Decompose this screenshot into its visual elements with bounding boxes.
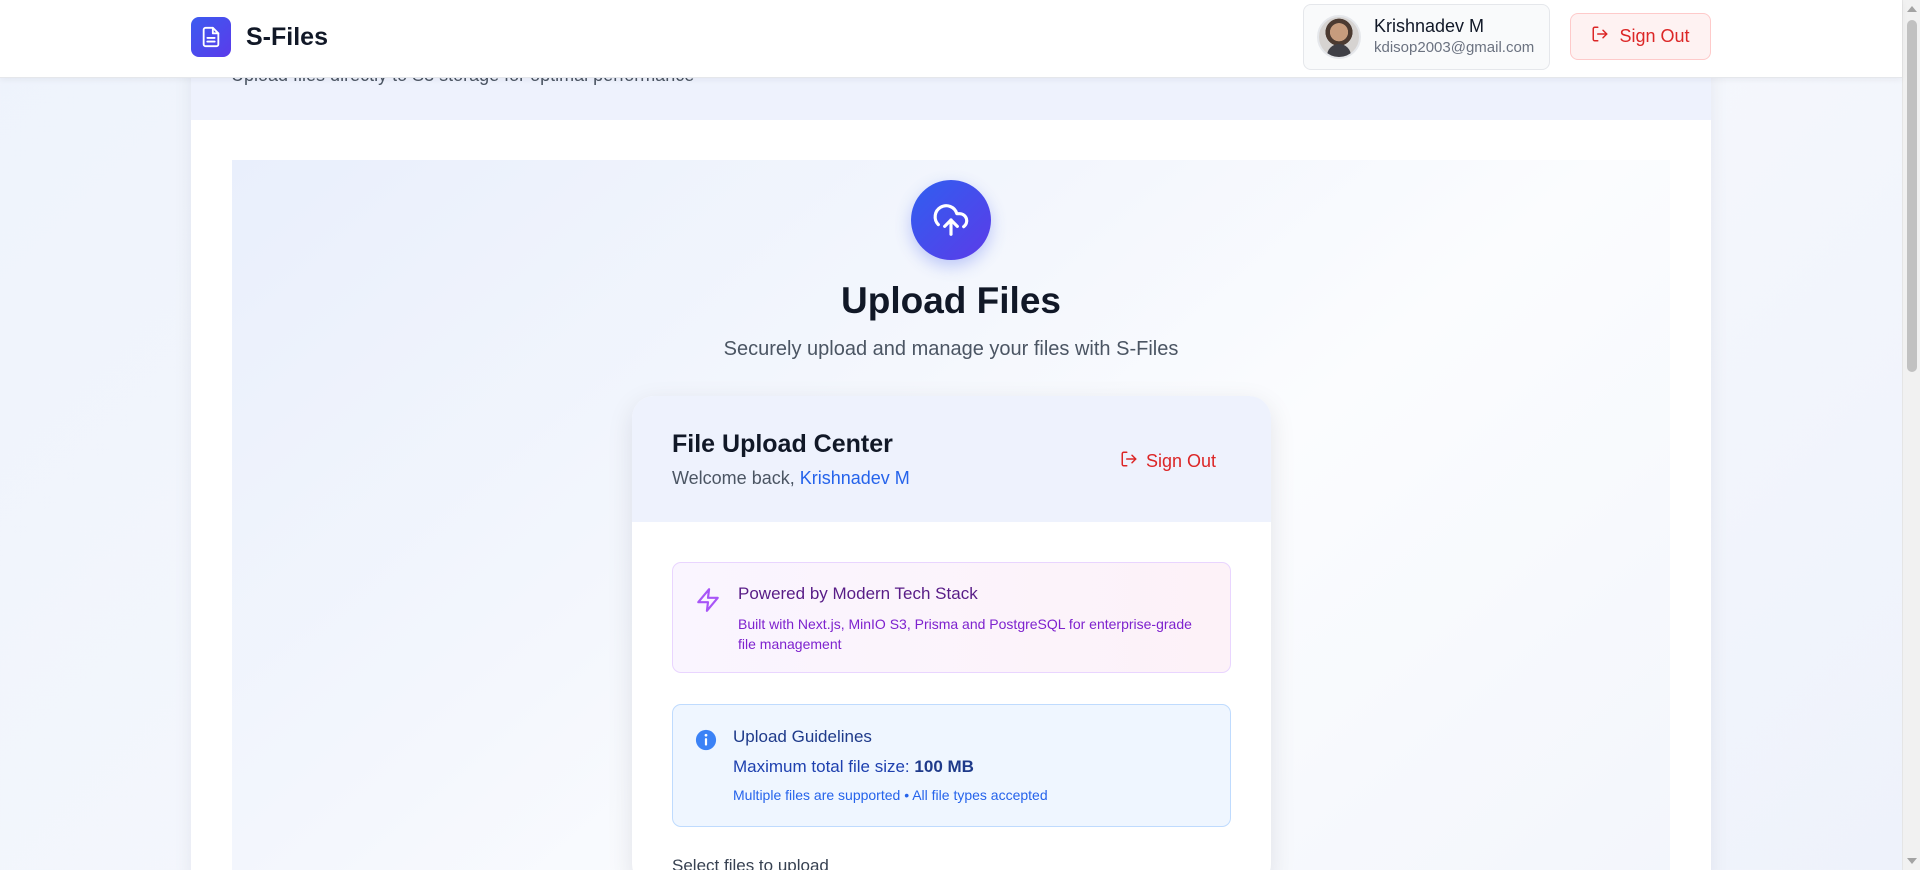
upload-guidelines: Upload Guidelines Maximum total file siz… <box>672 704 1231 827</box>
max-file-size-label: Maximum total file size: <box>733 757 910 776</box>
user-email: kdisop2003@gmail.com <box>1374 39 1535 56</box>
user-profile[interactable]: Krishnadev M kdisop2003@gmail.com <box>1303 4 1550 70</box>
upload-card-header: File Upload Center Welcome back, Krishna… <box>632 396 1271 522</box>
tech-stack-title: Powered by Modern Tech Stack <box>738 584 978 603</box>
welcome-user-name: Krishnadev M <box>799 468 910 488</box>
max-file-size-value: 100 MB <box>914 757 974 776</box>
log-out-icon <box>1120 450 1138 473</box>
scroll-up-arrow-icon[interactable] <box>1907 6 1917 12</box>
sign-out-label: Sign Out <box>1619 26 1690 46</box>
tech-stack-notice: Powered by Modern Tech Stack Built with … <box>672 562 1231 673</box>
card-sign-out-button[interactable]: Sign Out <box>1120 448 1216 474</box>
scrollbar-thumb[interactable] <box>1907 20 1917 372</box>
app-name: S-Files <box>246 22 328 51</box>
log-out-icon <box>1591 25 1609 48</box>
info-icon <box>695 729 717 756</box>
user-info: Krishnadev M kdisop2003@gmail.com <box>1374 15 1534 59</box>
page-scrollbar[interactable] <box>1902 0 1920 870</box>
cloud-upload-icon <box>911 180 991 260</box>
upload-card-title: File Upload Center <box>672 430 893 458</box>
guidelines-note: Multiple files are supported • All file … <box>733 787 1048 803</box>
user-name: Krishnadev M <box>1374 16 1485 36</box>
avatar <box>1317 15 1361 59</box>
brand[interactable]: S-Files <box>191 17 328 57</box>
welcome-message: Welcome back, Krishnadev M <box>672 468 910 489</box>
welcome-prefix: Welcome back, <box>672 468 795 488</box>
upload-center-card: File Upload Center Welcome back, Krishna… <box>632 396 1271 870</box>
card-sign-out-label: Sign Out <box>1146 450 1217 471</box>
scroll-down-arrow-icon[interactable] <box>1907 858 1917 864</box>
page-title: Upload Files <box>841 280 1061 321</box>
max-file-size: Maximum total file size: 100 MB <box>733 757 974 777</box>
top-navbar: S-Files Krishnadev M kdisop2003@gmail.co… <box>0 0 1902 78</box>
file-document-icon <box>191 17 231 57</box>
page-subtitle: Securely upload and manage your files wi… <box>723 338 1179 360</box>
tech-stack-description: Built with Next.js, MinIO S3, Prisma and… <box>738 616 1192 652</box>
file-select-label: Select files to upload <box>672 856 829 870</box>
guidelines-title: Upload Guidelines <box>733 727 872 746</box>
lightning-bolt-icon <box>695 587 721 618</box>
sign-out-button[interactable]: Sign Out <box>1570 13 1711 60</box>
